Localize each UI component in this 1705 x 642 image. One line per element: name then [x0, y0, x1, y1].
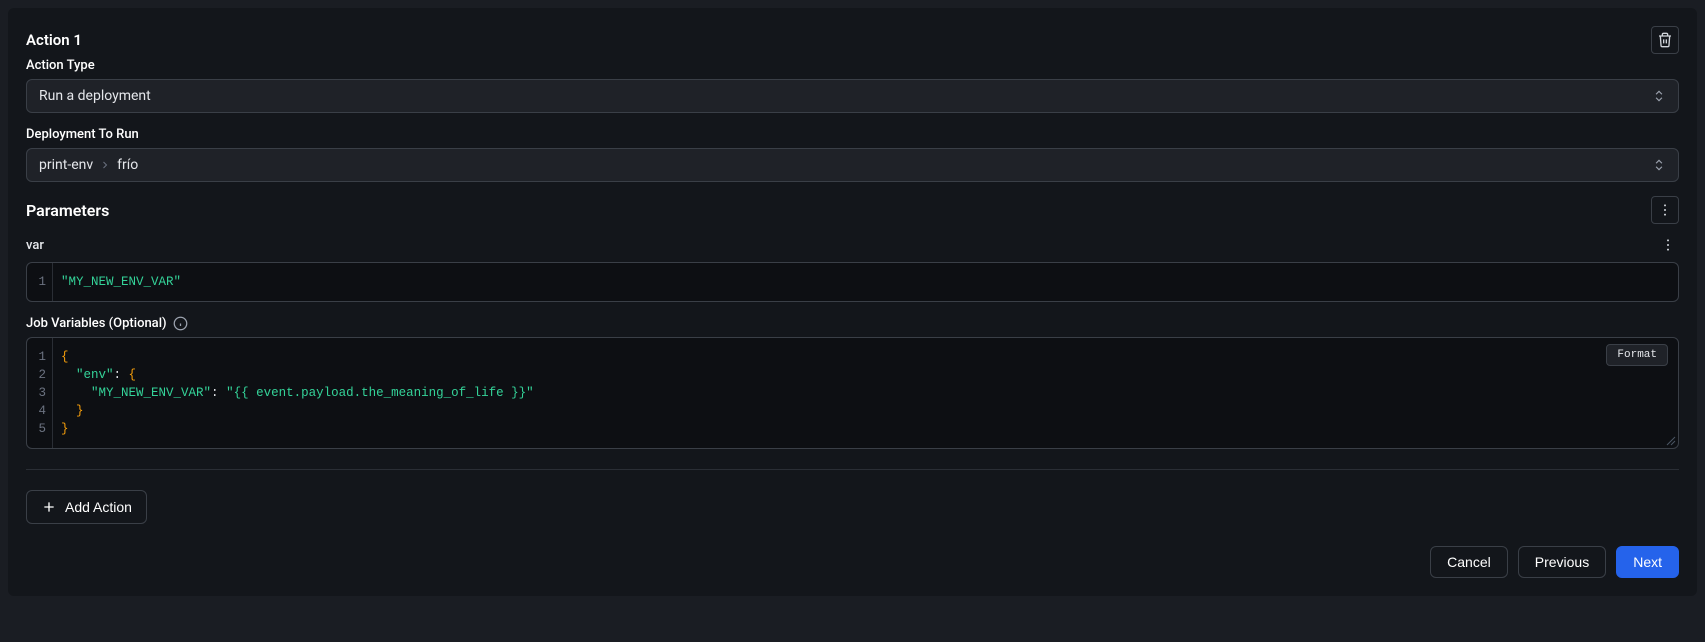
action-type-select[interactable]: Run a deployment — [26, 79, 1679, 113]
deployment-path-a: print-env — [39, 157, 93, 173]
line-numbers: 1 — [27, 263, 53, 301]
cancel-button[interactable]: Cancel — [1430, 546, 1508, 578]
format-button[interactable]: Format — [1606, 344, 1668, 366]
add-action-button[interactable]: Add Action — [26, 490, 147, 524]
parameter-label-row: var — [26, 234, 1679, 256]
add-action-label: Add Action — [65, 499, 132, 515]
dots-vertical-icon — [1660, 237, 1676, 253]
line-numbers: 12345 — [27, 338, 53, 448]
resize-handle-icon[interactable] — [1666, 436, 1676, 446]
job-variables-label: Job Variables (Optional) — [26, 316, 167, 331]
job-variables-editor[interactable]: 12345{ "env": { "MY_NEW_ENV_VAR": "{{ ev… — [26, 337, 1679, 449]
chevron-right-icon — [99, 159, 111, 171]
parameters-menu-button[interactable] — [1651, 196, 1679, 224]
chevron-up-down-icon — [1652, 158, 1666, 172]
deployment-select[interactable]: print-env frío — [26, 148, 1679, 182]
action-type-label: Action Type — [26, 58, 1679, 73]
parameter-name: var — [26, 238, 44, 253]
delete-action-button[interactable] — [1651, 26, 1679, 54]
parameter-menu-button[interactable] — [1657, 234, 1679, 256]
chevron-up-down-icon — [1652, 89, 1666, 103]
job-variables-label-row: Job Variables (Optional) — [26, 316, 1679, 331]
parameter-item: var 1"MY_NEW_ENV_VAR" — [26, 234, 1679, 302]
action-type-value: Run a deployment — [39, 88, 151, 104]
action-title: Action 1 — [26, 31, 82, 49]
next-button[interactable]: Next — [1616, 546, 1679, 578]
footer-buttons: Cancel Previous Next — [26, 546, 1679, 578]
parameters-title: Parameters — [26, 201, 109, 220]
action-panel: Action 1 Action Type Run a deployment De… — [8, 8, 1697, 596]
deployment-breadcrumb: print-env frío — [39, 157, 138, 173]
code-content[interactable]: { "env": { "MY_NEW_ENV_VAR": "{{ event.p… — [53, 338, 1678, 448]
divider — [26, 469, 1679, 470]
action-header: Action 1 — [26, 26, 1679, 54]
deployment-path-b: frío — [117, 157, 138, 173]
code-content[interactable]: "MY_NEW_ENV_VAR" — [53, 263, 1678, 301]
parameter-value-editor[interactable]: 1"MY_NEW_ENV_VAR" — [26, 262, 1679, 302]
info-icon — [173, 316, 188, 331]
previous-button[interactable]: Previous — [1518, 546, 1606, 578]
trash-icon — [1657, 32, 1673, 48]
dots-vertical-icon — [1657, 202, 1673, 218]
parameters-header: Parameters — [26, 196, 1679, 224]
deployment-label: Deployment To Run — [26, 127, 1679, 142]
plus-icon — [41, 499, 57, 515]
